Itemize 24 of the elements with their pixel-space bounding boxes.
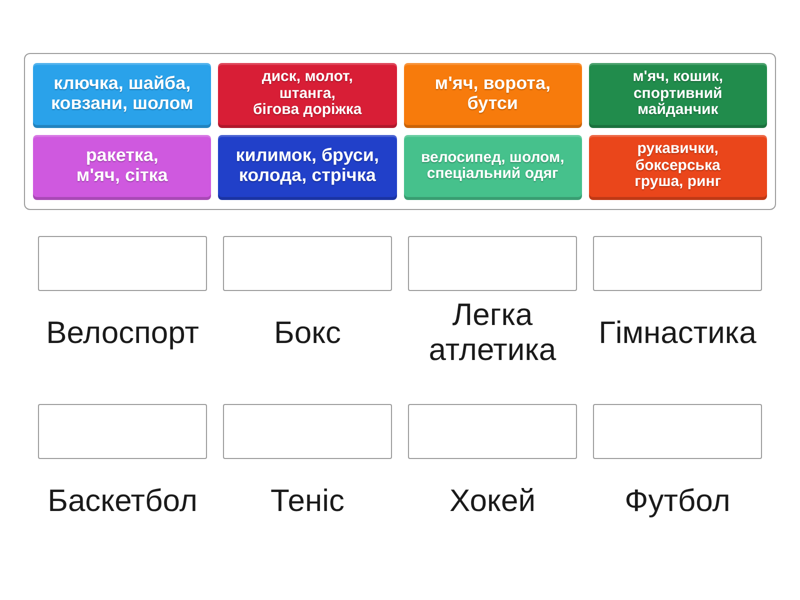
answer-tile[interactable]: диск, молот, штанга, бігова доріжка bbox=[218, 63, 396, 128]
category-label: Гімнастика bbox=[598, 316, 756, 350]
answer-tile[interactable]: м'яч, кошик, спортивний майданчик bbox=[588, 63, 767, 128]
answer-tile[interactable]: килимок, бруси, колода, стрічка bbox=[218, 135, 396, 200]
category-label: Легка атлетика bbox=[428, 298, 558, 368]
drop-box[interactable] bbox=[223, 236, 392, 291]
drop-box[interactable] bbox=[38, 236, 207, 291]
category-label: Баскетбол bbox=[48, 484, 198, 518]
drop-box[interactable] bbox=[408, 404, 577, 459]
drop-box[interactable] bbox=[593, 236, 762, 291]
answer-tile[interactable]: м'яч, ворота, бутси bbox=[404, 63, 582, 128]
category-label: Футбол bbox=[624, 484, 730, 518]
category-label: Велоспорт bbox=[46, 316, 199, 350]
answer-tile[interactable]: велосипед, шолом, спеціальний одяг bbox=[404, 135, 582, 200]
answer-tile[interactable]: ключка, шайба, ковзани, шолом bbox=[33, 63, 212, 128]
drop-box[interactable] bbox=[223, 404, 392, 459]
drop-box[interactable] bbox=[408, 236, 577, 291]
category-label: Теніс bbox=[270, 484, 344, 518]
answer-tile[interactable]: ракетка, м'яч, сітка bbox=[33, 135, 212, 200]
category-label: Хокей bbox=[449, 484, 536, 518]
answer-tile[interactable]: рукавички, боксерська груша, ринг bbox=[588, 135, 767, 200]
category-label: Бокс bbox=[274, 316, 341, 350]
drop-box[interactable] bbox=[593, 404, 762, 459]
drop-box[interactable] bbox=[38, 404, 207, 459]
